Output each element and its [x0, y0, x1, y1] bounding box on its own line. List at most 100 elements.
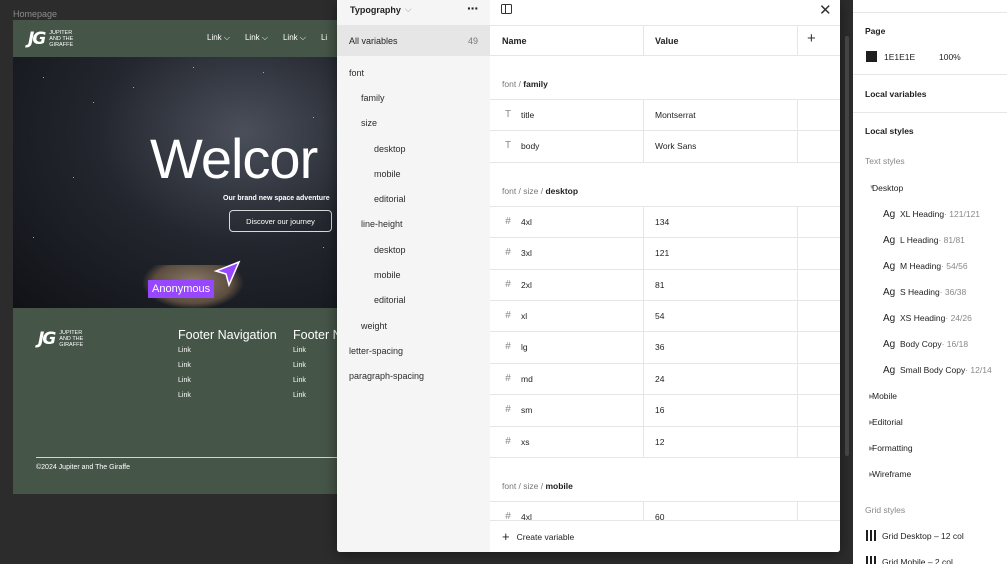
create-variable-button[interactable]: + Create variable — [490, 520, 840, 552]
logo-wordmark: JUPITER AND THE GIRAFFE — [59, 330, 84, 348]
variable-name[interactable]: md — [521, 374, 533, 384]
canvas-scrollbar[interactable] — [845, 36, 849, 456]
text-style-icon: Ag — [883, 364, 896, 376]
grid-style-item[interactable]: Grid Mobile – 2 col — [866, 556, 953, 564]
text-style-item[interactable]: Ag S Heading · 36/38 — [853, 279, 1007, 305]
variable-row[interactable]: # sm 16 — [490, 395, 840, 427]
frame-label[interactable]: Homepage — [13, 9, 57, 19]
group-tree: font family size desktop mobile editorial line… — [337, 60, 490, 389]
text-style-group[interactable]: ▶ Editorial — [853, 409, 1007, 435]
footer-column: Footer Navigation Link Link Link Link — [178, 328, 277, 402]
sidebar-toggle-icon[interactable] — [501, 4, 512, 14]
group-item[interactable]: weight — [337, 313, 490, 338]
text-style-item[interactable]: Ag L Heading · 81/81 — [853, 227, 1007, 253]
name-column-header: Name — [502, 36, 527, 46]
text-style-label: Small Body Copy — [900, 365, 966, 375]
variable-value[interactable]: Montserrat — [655, 110, 696, 120]
variable-value[interactable]: 54 — [655, 311, 664, 321]
variable-row[interactable]: # xl 54 — [490, 300, 840, 333]
close-icon[interactable]: ✕ — [819, 1, 832, 19]
page-color-value[interactable]: 1E1E1E — [884, 52, 915, 62]
variable-name[interactable]: 3xl — [521, 248, 532, 258]
variable-name[interactable]: body — [521, 141, 539, 151]
text-style-group-label: Mobile — [872, 391, 898, 401]
text-style-group[interactable]: ▶ Wireframe — [853, 461, 1007, 487]
homepage-frame[interactable]: JG JUPITER AND THE GIRAFFE Link ⌵ Link ⌵… — [13, 20, 343, 494]
group-item[interactable]: desktop — [337, 237, 490, 262]
text-style-group[interactable]: ▶ Mobile — [853, 383, 1007, 409]
local-variables-section[interactable]: Local variables — [853, 75, 1007, 113]
group-item[interactable]: mobile — [337, 161, 490, 186]
variable-row[interactable]: #2xl 81 — [490, 269, 840, 301]
text-type-icon: T — [504, 109, 512, 120]
text-style-item[interactable]: Ag Body Copy · 16/18 — [853, 331, 1007, 357]
table-header: Name Value + — [490, 25, 840, 56]
variable-row[interactable]: #4xl 134 — [490, 206, 840, 239]
number-type-icon: # — [505, 510, 511, 520]
variable-name[interactable]: lg — [521, 342, 528, 352]
copyright-text: ©2024 Jupiter and The Giraffe — [36, 464, 131, 471]
variable-name[interactable]: 2xl — [521, 280, 532, 290]
group-item[interactable]: editorial — [337, 186, 490, 211]
text-style-label: S Heading — [900, 287, 940, 297]
group-item[interactable]: line-height — [337, 212, 490, 237]
design-panel: Page 1E1E1E 100% Local variables Local s… — [853, 0, 1007, 564]
variable-row[interactable]: Tbody Work Sans — [490, 131, 840, 163]
variable-row[interactable]: # xs 12 — [490, 426, 840, 458]
footer-link: Link — [293, 362, 306, 369]
all-variables-label: All variables — [349, 35, 398, 46]
site-nav-link: Link ⌵ — [282, 33, 306, 42]
footer-column-heading: Footer Navigation — [178, 328, 277, 342]
group-item[interactable]: editorial — [337, 288, 490, 313]
variable-value[interactable]: 12 — [655, 437, 664, 447]
variable-value[interactable]: 134 — [655, 217, 669, 227]
group-item[interactable]: size — [337, 111, 490, 136]
group-item[interactable]: paragraph-spacing — [337, 364, 490, 389]
group-item[interactable]: family — [337, 85, 490, 110]
variable-name[interactable]: xl — [521, 311, 527, 321]
add-mode-icon[interactable]: + — [807, 30, 816, 47]
group-section-header: font / size / desktop — [490, 163, 840, 207]
page-opacity-value[interactable]: 100% — [939, 52, 961, 62]
page-color-swatch[interactable] — [866, 51, 877, 62]
variable-value[interactable]: 81 — [655, 280, 664, 290]
variable-name[interactable]: 4xl — [521, 217, 532, 227]
create-variable-label: Create variable — [516, 531, 575, 542]
text-style-item[interactable]: Ag M Heading · 54/56 — [853, 253, 1007, 279]
variable-name[interactable]: 4xl — [521, 512, 532, 520]
variable-row[interactable]: # lg 36 — [490, 332, 840, 364]
text-style-item[interactable]: Ag XL Heading · 121/121 — [853, 201, 1007, 227]
more-options-icon[interactable]: ··· — [467, 0, 479, 16]
group-item[interactable]: desktop — [337, 136, 490, 161]
text-style-item[interactable]: Ag Small Body Copy · 12/14 — [853, 357, 1007, 383]
logo-wordmark: JUPITER AND THE GIRAFFE — [49, 30, 74, 48]
variable-name[interactable]: xs — [521, 437, 530, 447]
text-style-metrics: · 12/14 — [965, 365, 992, 375]
variable-row[interactable]: #4xl 60 — [490, 501, 840, 520]
number-type-icon: # — [505, 309, 511, 321]
text-style-group-label: Formatting — [872, 443, 913, 453]
variable-row[interactable]: # md 24 — [490, 363, 840, 396]
variable-name[interactable]: sm — [521, 405, 532, 415]
variable-row[interactable]: Ttitle Montserrat — [490, 100, 840, 132]
variable-value[interactable]: 36 — [655, 342, 664, 352]
variable-name[interactable]: title — [521, 110, 534, 120]
group-item[interactable]: mobile — [337, 262, 490, 287]
variable-value[interactable]: 24 — [655, 374, 664, 384]
footer-column-heading: Footer N — [293, 328, 342, 342]
logo-mark: JG — [28, 29, 46, 49]
group-item[interactable]: letter-spacing — [337, 338, 490, 363]
collection-selector[interactable]: Typography ⌵ — [350, 4, 412, 15]
all-variables-item[interactable]: All variables 49 — [337, 25, 490, 56]
text-type-icon: T — [504, 140, 512, 152]
variable-value[interactable]: Work Sans — [655, 141, 696, 151]
variable-value[interactable]: 16 — [655, 405, 664, 415]
variable-row[interactable]: #3xl 121 — [490, 238, 840, 270]
text-style-group[interactable]: ▶ Formatting — [853, 435, 1007, 461]
text-style-item[interactable]: Ag XS Heading · 24/26 — [853, 305, 1007, 331]
group-item[interactable]: font — [337, 60, 490, 85]
variable-value[interactable]: 121 — [655, 248, 669, 258]
variable-value[interactable]: 60 — [655, 512, 664, 520]
grid-style-item[interactable]: Grid Desktop – 12 col — [866, 530, 964, 541]
text-style-group[interactable]: ▼ Desktop — [853, 175, 1007, 201]
